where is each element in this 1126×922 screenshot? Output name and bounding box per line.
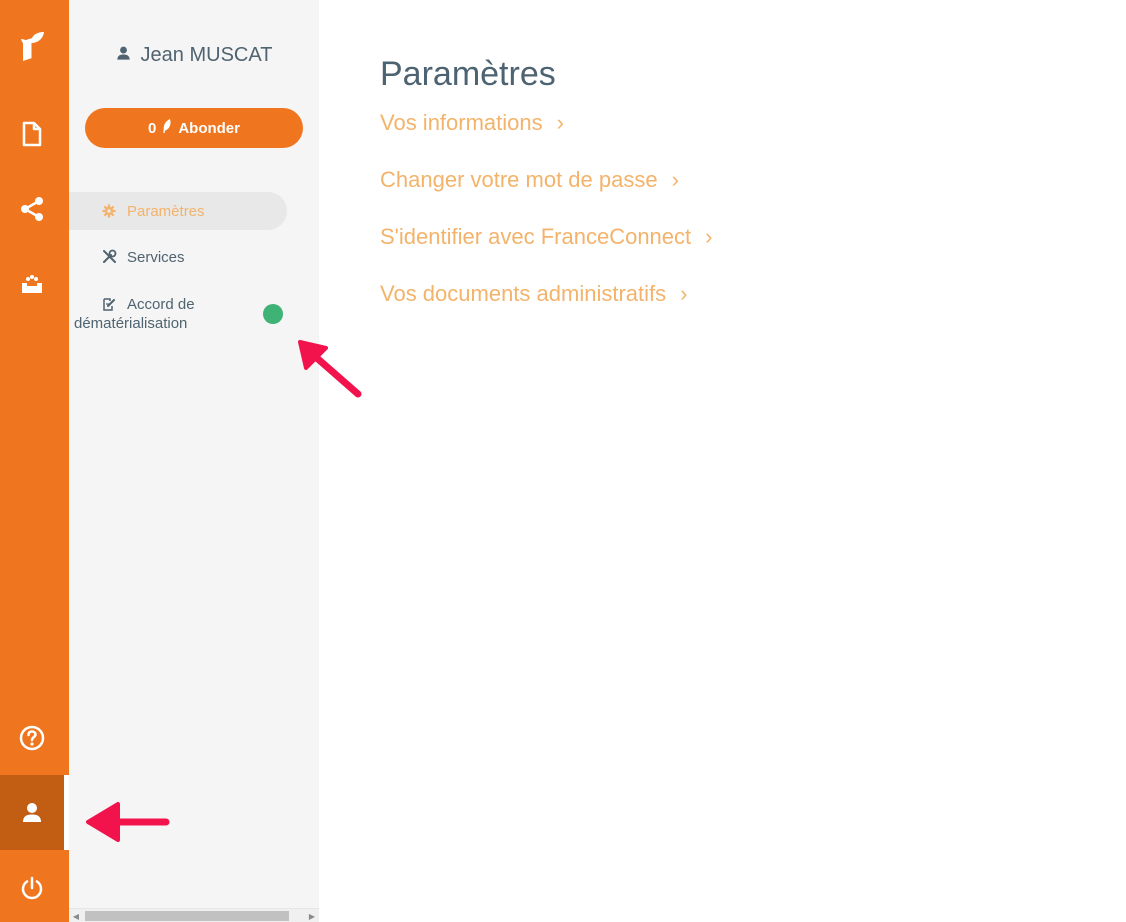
link-vos-informations[interactable]: Vos informations › (380, 110, 564, 136)
user-name-line: Jean MUSCAT (69, 44, 319, 67)
subnav-item-label: Services (127, 249, 185, 266)
subnav-item-label: Paramètres (127, 202, 205, 220)
subnav-item-label-line2: dématérialisation (74, 315, 188, 332)
scroll-left-icon[interactable]: ◀ (69, 909, 83, 922)
link-label: S'identifier avec FranceConnect (380, 224, 692, 249)
link-label: Vos documents administratifs (380, 281, 667, 306)
horizontal-scrollbar[interactable]: ◀ ▶ (69, 908, 319, 922)
abonder-count: 0 (147, 119, 157, 137)
status-dot-ok (263, 304, 283, 324)
page-title: Paramètres (380, 55, 556, 93)
link-franceconnect[interactable]: S'identifier avec FranceConnect › (380, 224, 712, 250)
abonder-label: Abonder (178, 119, 240, 137)
tools-icon (101, 249, 117, 264)
abonder-button[interactable]: 0 Abonder (85, 108, 303, 148)
edit-document-icon (101, 297, 117, 312)
user-icon (116, 44, 131, 67)
scroll-right-icon[interactable]: ▶ (305, 909, 319, 922)
chevron-right-icon: › (671, 167, 679, 192)
help-icon[interactable] (0, 700, 64, 775)
power-icon[interactable] (0, 850, 64, 922)
annotation-arrow-icon (298, 340, 362, 398)
link-changer-mot-de-passe[interactable]: Changer votre mot de passe › (380, 167, 679, 193)
link-label: Vos informations (380, 110, 543, 135)
settings-sidebar: Jean MUSCAT 0 Abonder Paramètres Service… (69, 0, 319, 922)
user-name: Jean MUSCAT (140, 44, 273, 66)
subnav-item-label-line1: Accord de (127, 296, 195, 313)
link-label: Changer votre mot de passe (380, 167, 658, 192)
gear-icon (101, 204, 117, 218)
subnav-item-services[interactable]: Services (69, 249, 185, 266)
user-icon[interactable] (0, 775, 64, 850)
annotation-arrow-icon (86, 802, 170, 842)
chevron-right-icon: › (705, 224, 713, 249)
subnav-item-accord-dematerialisation[interactable]: Accord de dématérialisation (69, 295, 195, 333)
scrollbar-thumb[interactable] (85, 911, 289, 921)
subnav-item-parametres[interactable]: Paramètres (69, 192, 287, 230)
inbox-tray-icon[interactable] (0, 246, 64, 321)
logo-icon[interactable] (0, 8, 64, 83)
icon-rail (0, 0, 69, 922)
chevron-right-icon: › (680, 281, 688, 306)
main-content: Paramètres Vos informations › Changer vo… (380, 55, 712, 306)
document-icon[interactable] (0, 96, 64, 171)
leaf-icon (161, 118, 173, 138)
link-documents-administratifs[interactable]: Vos documents administratifs › (380, 281, 687, 307)
share-icon[interactable] (0, 171, 64, 246)
chevron-right-icon: › (556, 110, 564, 135)
